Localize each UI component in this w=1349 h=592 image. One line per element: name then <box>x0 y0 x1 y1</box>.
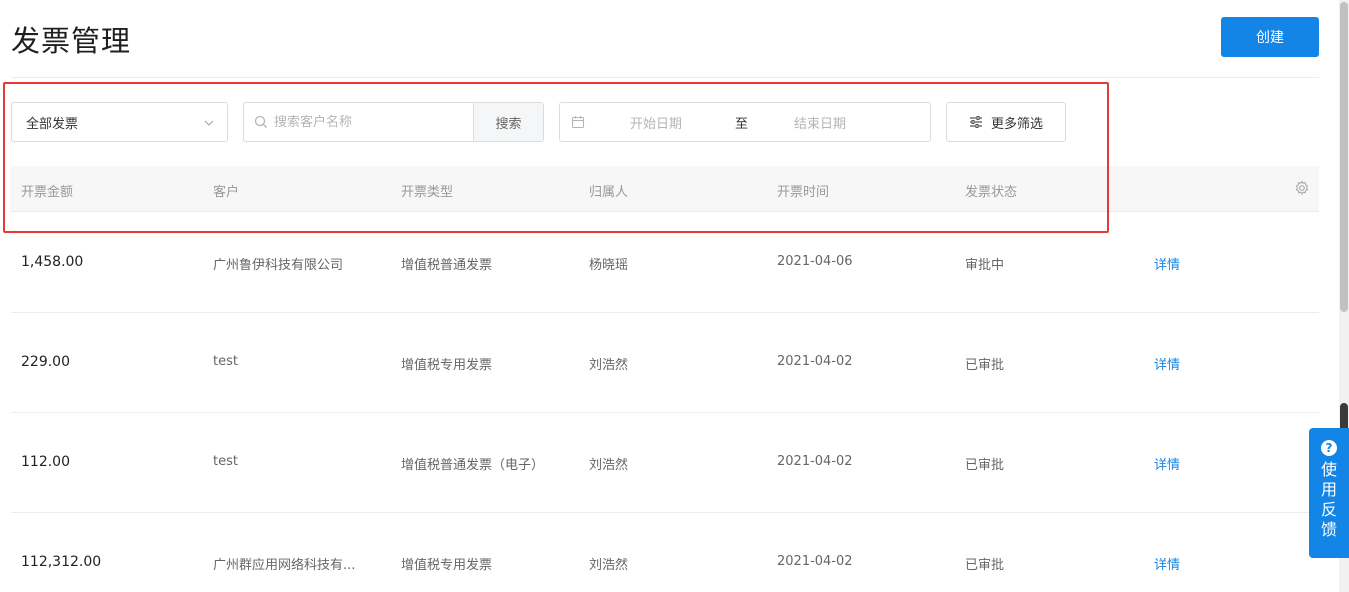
feedback-button[interactable]: ? 使用反馈 <box>1309 428 1349 558</box>
search-icon <box>254 115 267 128</box>
cell-owner: 杨晓瑶 <box>589 258 629 273</box>
detail-link[interactable]: 详情 <box>1154 254 1180 273</box>
search-field[interactable] <box>244 103 473 141</box>
calendar-icon <box>571 116 585 129</box>
date-range-picker[interactable]: 开始日期 至 结束日期 <box>559 102 931 142</box>
cell-customer: 广州群应用网络科技有... <box>213 558 356 573</box>
cell-status: 审批中 <box>965 258 1005 273</box>
search-group: 搜索 <box>243 102 544 142</box>
column-header-customer[interactable]: 客户 <box>213 181 239 200</box>
column-header-amount[interactable]: 开票金额 <box>21 181 73 200</box>
cell-status: 已审批 <box>965 558 1005 573</box>
detail-link[interactable]: 详情 <box>1154 454 1180 473</box>
header-divider <box>11 77 1319 78</box>
scrollbar-thumb[interactable] <box>1340 2 1348 312</box>
date-end-field[interactable]: 结束日期 <box>794 113 846 132</box>
cell-date: 2021-04-02 <box>777 554 853 569</box>
column-header-type[interactable]: 开票类型 <box>401 181 453 200</box>
cell-amount: 112,312.00 <box>21 554 102 570</box>
date-separator: 至 <box>735 116 749 132</box>
cell-date: 2021-04-02 <box>777 354 853 369</box>
cell-owner: 刘浩然 <box>589 358 629 373</box>
filter-sliders-icon <box>969 116 982 128</box>
table-row: 112.00 test 增值税普通发票（电子） 刘浩然 2021-04-02 已… <box>11 413 1319 513</box>
column-header-owner[interactable]: 归属人 <box>589 181 628 200</box>
cell-amount: 229.00 <box>21 354 70 370</box>
cell-amount: 112.00 <box>21 454 70 470</box>
search-button[interactable]: 搜索 <box>473 103 543 141</box>
column-header-status[interactable]: 发票状态 <box>965 181 1017 200</box>
invoice-type-value: 全部发票 <box>26 116 79 132</box>
create-button[interactable]: 创建 <box>1221 17 1319 57</box>
column-header-date[interactable]: 开票时间 <box>777 181 829 200</box>
cell-customer: 广州鲁伊科技有限公司 <box>213 258 344 273</box>
invoice-type-select[interactable]: 全部发票 <box>11 102 228 142</box>
search-input[interactable] <box>274 114 464 130</box>
chevron-down-icon <box>204 120 214 126</box>
cell-type: 增值税普通发票 <box>401 258 493 273</box>
table-row: 112,312.00 广州群应用网络科技有... 增值税专用发票 刘浩然 202… <box>11 513 1319 592</box>
table-row: 1,458.00 广州鲁伊科技有限公司 增值税普通发票 杨晓瑶 2021-04-… <box>11 213 1319 313</box>
cell-type: 增值税普通发票（电子） <box>401 458 545 473</box>
page-title: 发票管理 <box>11 24 132 58</box>
cell-customer: test <box>213 454 238 469</box>
question-icon: ? <box>1321 440 1337 456</box>
date-start-field[interactable]: 开始日期 <box>630 113 682 132</box>
more-filter-label: 更多筛选 <box>990 116 1043 132</box>
table-row: 229.00 test 增值税专用发票 刘浩然 2021-04-02 已审批 详… <box>11 313 1319 413</box>
cell-status: 已审批 <box>965 358 1005 373</box>
table-header: 开票金额 客户 开票类型 归属人 开票时间 发票状态 <box>11 166 1319 212</box>
cell-amount: 1,458.00 <box>21 254 84 270</box>
cell-type: 增值税专用发票 <box>401 558 493 573</box>
more-filter-button[interactable]: 更多筛选 <box>946 102 1066 142</box>
cell-owner: 刘浩然 <box>589 558 629 573</box>
cell-owner: 刘浩然 <box>589 458 629 473</box>
feedback-label: 使用反馈 <box>1321 460 1338 539</box>
gear-icon[interactable] <box>1294 180 1310 196</box>
cell-date: 2021-04-06 <box>777 254 853 269</box>
detail-link[interactable]: 详情 <box>1154 354 1180 373</box>
cell-type: 增值税专用发票 <box>401 358 493 373</box>
cell-date: 2021-04-02 <box>777 454 853 469</box>
detail-link[interactable]: 详情 <box>1154 554 1180 573</box>
cell-customer: test <box>213 354 238 369</box>
cell-status: 已审批 <box>965 458 1005 473</box>
